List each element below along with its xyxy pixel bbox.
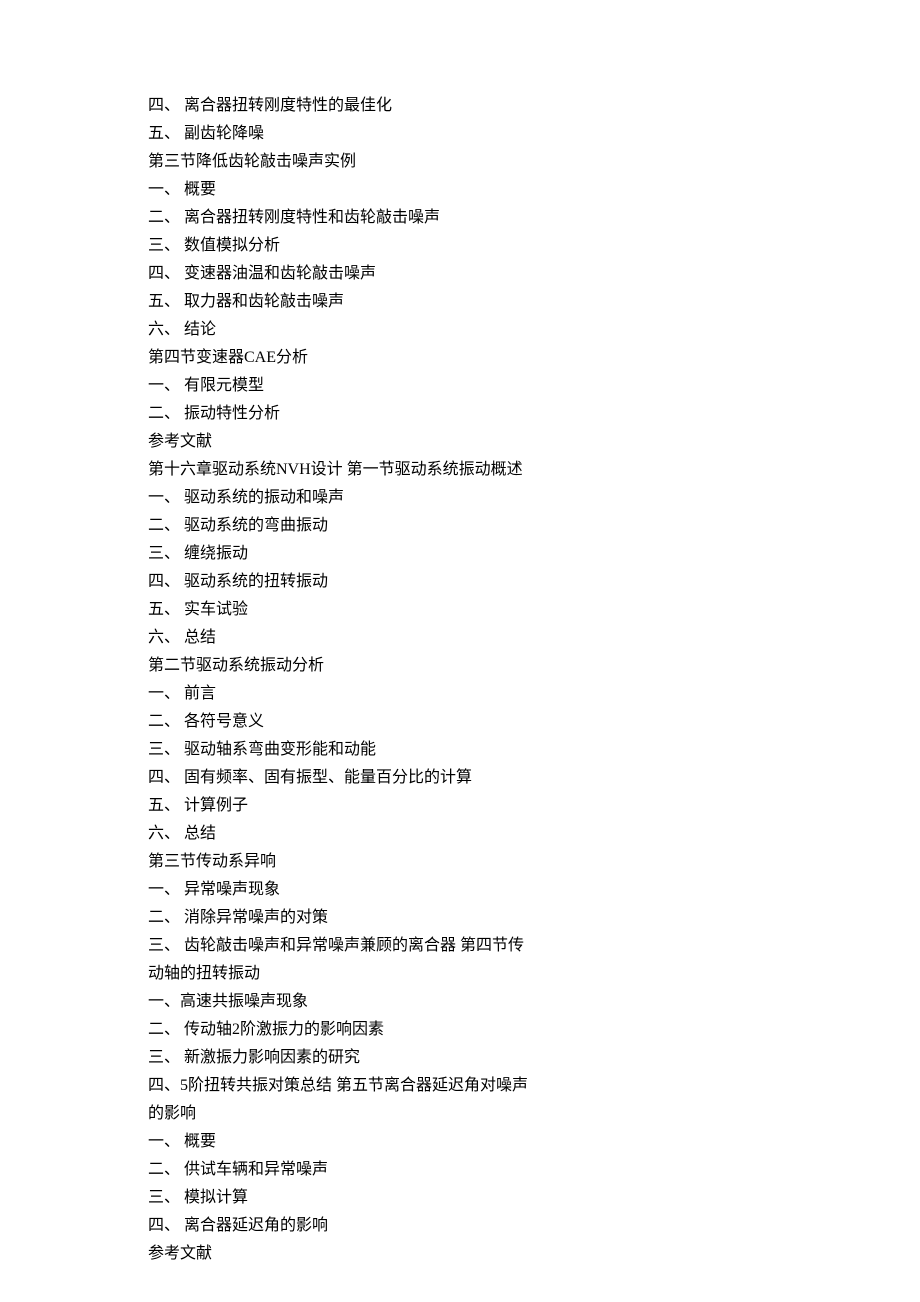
- toc-line: 参考文献: [148, 1240, 528, 1268]
- toc-line: 二、 驱动系统的弯曲振动: [148, 512, 528, 540]
- toc-line: 三、 缠绕振动: [148, 540, 528, 568]
- toc-line: 五、 计算例子: [148, 792, 528, 820]
- toc-line: 二、 各符号意义: [148, 708, 528, 736]
- toc-line: 四、 固有频率、固有振型、能量百分比的计算: [148, 764, 528, 792]
- toc-line: 一、高速共振噪声现象: [148, 988, 528, 1016]
- toc-line: 一、 异常噪声现象: [148, 876, 528, 904]
- toc-line: 五、 实车试验: [148, 596, 528, 624]
- toc-line: 四、 离合器延迟角的影响: [148, 1212, 528, 1240]
- toc-line: 第二节驱动系统振动分析: [148, 652, 528, 680]
- toc-line: 四、 离合器扭转刚度特性的最佳化: [148, 92, 528, 120]
- toc-line: 六、 总结: [148, 820, 528, 848]
- toc-line: 二、 消除异常噪声的对策: [148, 904, 528, 932]
- toc-line: 一、 概要: [148, 176, 528, 204]
- toc-line: 四、 驱动系统的扭转振动: [148, 568, 528, 596]
- toc-line: 六、 结论: [148, 316, 528, 344]
- toc-line: 四、5阶扭转共振对策总结 第五节离合器延迟角对噪声的影响: [148, 1072, 528, 1128]
- toc-line: 五、 副齿轮降噪: [148, 120, 528, 148]
- toc-line: 三、 驱动轴系弯曲变形能和动能: [148, 736, 528, 764]
- document-content: 四、 离合器扭转刚度特性的最佳化 五、 副齿轮降噪 第三节降低齿轮敲击噪声实例 …: [148, 92, 528, 1268]
- toc-line: 第三节降低齿轮敲击噪声实例: [148, 148, 528, 176]
- toc-line: 二、 离合器扭转刚度特性和齿轮敲击噪声: [148, 204, 528, 232]
- toc-line: 第四节变速器CAE分析: [148, 344, 528, 372]
- toc-line: 一、 前言: [148, 680, 528, 708]
- toc-line: 三、 齿轮敲击噪声和异常噪声兼顾的离合器 第四节传动轴的扭转振动: [148, 932, 528, 988]
- toc-line: 三、 数值模拟分析: [148, 232, 528, 260]
- toc-line: 第十六章驱动系统NVH设计 第一节驱动系统振动概述: [148, 456, 528, 484]
- toc-line: 二、 振动特性分析: [148, 400, 528, 428]
- toc-line: 六、 总结: [148, 624, 528, 652]
- toc-line: 四、 变速器油温和齿轮敲击噪声: [148, 260, 528, 288]
- toc-line: 五、 取力器和齿轮敲击噪声: [148, 288, 528, 316]
- toc-line: 一、 有限元模型: [148, 372, 528, 400]
- toc-line: 一、 概要: [148, 1128, 528, 1156]
- toc-line: 参考文献: [148, 428, 528, 456]
- toc-line: 一、 驱动系统的振动和噪声: [148, 484, 528, 512]
- toc-line: 第三节传动系异响: [148, 848, 528, 876]
- toc-line: 二、 传动轴2阶激振力的影响因素: [148, 1016, 528, 1044]
- toc-line: 三、 模拟计算: [148, 1184, 528, 1212]
- toc-line: 三、 新激振力影响因素的研究: [148, 1044, 528, 1072]
- toc-line: 二、 供试车辆和异常噪声: [148, 1156, 528, 1184]
